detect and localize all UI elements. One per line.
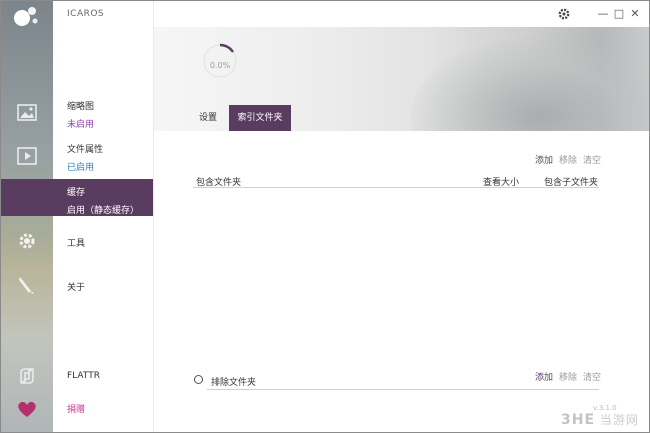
image-icon[interactable] <box>15 101 39 125</box>
nav-cache-status: 启用（静态缓存） <box>67 206 140 216</box>
nav-item-donate[interactable]: 捐赠 <box>67 402 85 415</box>
nav-item-cache[interactable]: 缓存 启用（静态缓存） <box>67 185 139 216</box>
nav-flattr-title: FLATTR <box>67 371 100 381</box>
exclude-add-button[interactable]: 添加 <box>535 373 553 383</box>
app-title: ICAROS <box>67 9 105 19</box>
banner-background <box>410 37 649 131</box>
icon-rail <box>1 1 53 432</box>
exclude-divider <box>207 389 599 390</box>
nav-donate-title: 捐赠 <box>67 405 86 415</box>
watermark-text: 当游网 <box>599 413 639 427</box>
icaros-logo-icon <box>14 7 38 26</box>
nav-tools-title: 工具 <box>67 239 86 249</box>
exclude-folder-label: 排除文件夹 <box>211 378 257 388</box>
tab-index-folders[interactable]: 索引文件夹 <box>229 105 291 131</box>
exclude-clear-button[interactable]: 清空 <box>583 373 601 383</box>
nav-thumbnails-title: 缩略图 <box>67 102 95 112</box>
settings-gear-icon[interactable] <box>557 7 571 21</box>
nav-item-thumbnails[interactable]: 缩略图 未启用 <box>67 99 94 130</box>
gear-tools-icon[interactable] <box>15 229 39 253</box>
flattr-icon[interactable] <box>15 364 39 388</box>
heart-icon[interactable] <box>15 397 39 421</box>
include-clear-button[interactable]: 清空 <box>583 156 601 166</box>
video-icon[interactable] <box>15 144 39 168</box>
nav-thumbnails-status: 未启用 <box>67 120 95 130</box>
exclude-remove-button[interactable]: 移除 <box>559 373 577 383</box>
nav-item-tools[interactable]: 工具 <box>67 236 85 249</box>
nav-about-title: 关于 <box>67 283 86 293</box>
progress-text: 0.0% <box>209 61 231 70</box>
include-add-button[interactable]: 添加 <box>535 156 553 166</box>
include-folder-list[interactable] <box>193 188 599 363</box>
pen-icon[interactable] <box>15 273 39 297</box>
app-window: ICAROS 缩略图 未启用 文件属性 已启用 缓存 启用（静态缓存） 工具 关… <box>0 0 650 433</box>
nav-item-about[interactable]: 关于 <box>67 280 85 293</box>
nav-properties-status: 已启用 <box>67 163 95 173</box>
include-actions: 添加 移除 清空 <box>529 153 601 166</box>
exclude-actions: 添加 移除 清空 <box>529 370 601 383</box>
maximize-button[interactable]: □ <box>613 7 625 21</box>
include-remove-button[interactable]: 移除 <box>559 156 577 166</box>
nav-properties-title: 文件属性 <box>67 145 104 155</box>
nav-panel: ICAROS <box>53 1 154 432</box>
tab-settings[interactable]: 设置 <box>189 105 227 131</box>
close-button[interactable]: ✕ <box>629 7 641 21</box>
watermark-logo: 3HE <box>561 412 596 428</box>
nav-item-file-properties[interactable]: 文件属性 已启用 <box>67 142 103 173</box>
watermark: 3HE 当游网 <box>561 411 639 428</box>
nav-cache-title: 缓存 <box>67 188 86 198</box>
nav-item-flattr[interactable]: FLATTR <box>67 371 100 381</box>
minimize-button[interactable]: — <box>597 7 609 21</box>
exclude-radio[interactable] <box>194 375 203 384</box>
